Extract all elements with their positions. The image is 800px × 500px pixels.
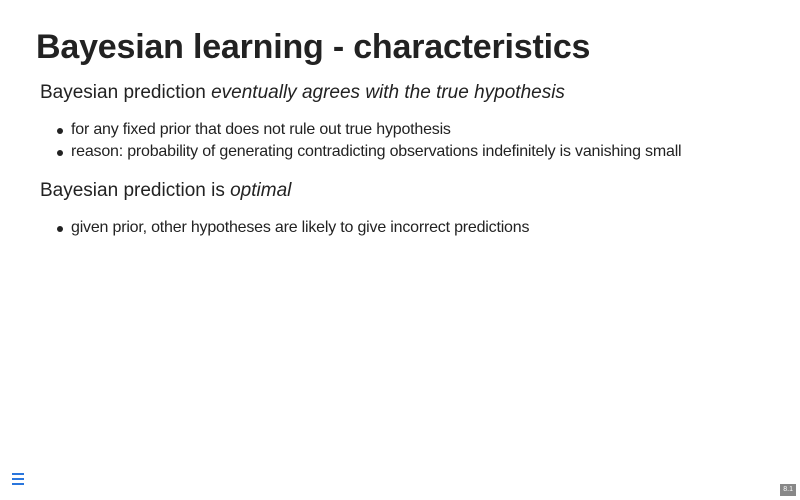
slide-number-badge: 8.1 (780, 484, 796, 496)
list-item: given prior, other hypotheses are likely… (40, 217, 529, 239)
list-item: reason: probability of generating contra… (40, 141, 682, 163)
bullet-list-optimality: given prior, other hypotheses are likely… (40, 217, 529, 239)
section-heading-text: Bayesian prediction (40, 82, 212, 103)
bullet-dot-icon (57, 150, 63, 156)
menu-line (12, 473, 24, 475)
menu-line (12, 483, 24, 485)
section-heading-optimality: Bayesian prediction is optimal (40, 180, 291, 202)
bullet-dot-icon (57, 226, 63, 232)
section-heading-convergence: Bayesian prediction eventually agrees wi… (40, 82, 565, 104)
bullet-text: given prior, other hypotheses are likely… (71, 219, 530, 236)
hamburger-menu-icon[interactable] (12, 473, 24, 485)
section-heading-emphasis: eventually agrees with the true hypothes… (211, 82, 565, 103)
bullet-list-convergence: for any fixed prior that does not rule o… (40, 119, 682, 163)
bullet-text: for any fixed prior that does not rule o… (71, 121, 451, 138)
list-item: for any fixed prior that does not rule o… (40, 119, 681, 141)
bullet-text: reason: probability of generating contra… (71, 143, 682, 160)
slide-title: Bayesian learning - characteristics (36, 28, 591, 66)
bullet-dot-icon (57, 128, 63, 134)
section-heading-emphasis: optimal (230, 180, 292, 201)
menu-line (12, 478, 24, 480)
section-heading-text: Bayesian prediction is (40, 180, 231, 201)
